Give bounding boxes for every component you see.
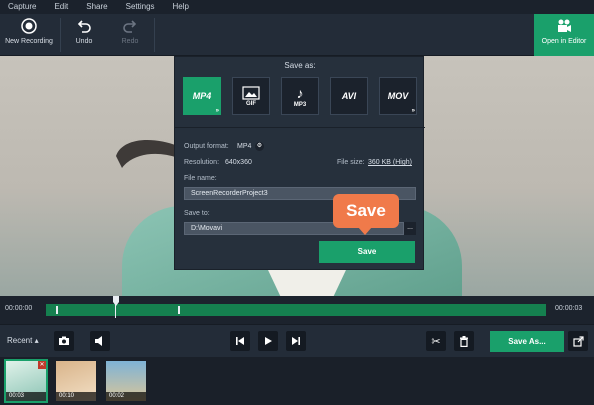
toolbar: New Recording Undo Redo Open in Editor bbox=[0, 14, 594, 56]
speaker-icon bbox=[95, 336, 102, 346]
thumbnail-duration: 00:10 bbox=[56, 392, 96, 401]
redo-icon bbox=[122, 14, 138, 38]
file-size-value[interactable]: 360 KB (High) bbox=[368, 159, 412, 166]
new-recording-label: New Recording bbox=[5, 38, 53, 45]
recent-dropdown[interactable]: Recent ▴ bbox=[7, 336, 39, 345]
undo-icon bbox=[76, 14, 92, 38]
music-note-icon: ♪ bbox=[296, 84, 304, 101]
open-in-editor-label: Open in Editor bbox=[541, 38, 587, 45]
format-label: MP3 bbox=[293, 101, 307, 108]
control-bar: Recent ▴ ✂ Save As... bbox=[0, 324, 594, 357]
menu-capture[interactable]: Capture bbox=[0, 0, 46, 14]
format-label: AVI bbox=[341, 91, 357, 101]
camera-icon bbox=[59, 336, 69, 345]
file-name-label: File name: bbox=[184, 175, 217, 182]
share-button[interactable] bbox=[568, 331, 588, 351]
skip-forward-icon bbox=[292, 337, 300, 345]
resolution-value: 640x360 bbox=[225, 159, 252, 166]
snapshot-button[interactable] bbox=[54, 331, 74, 351]
play-button[interactable] bbox=[258, 331, 278, 351]
format-mp3-button[interactable]: ♪ MP3 bbox=[281, 77, 319, 115]
image-icon bbox=[242, 85, 260, 100]
save-as-button[interactable]: Save As... bbox=[490, 331, 564, 352]
film-camera-icon bbox=[556, 14, 572, 38]
save-dialog: Save as: MP4 » GIF ♪ MP3 AVI MOV » Outpu… bbox=[174, 56, 425, 270]
screen-recorder-app: Capture Edit Share Settings Help New Rec… bbox=[0, 0, 594, 405]
record-icon bbox=[21, 14, 37, 38]
volume-button[interactable] bbox=[90, 331, 110, 351]
file-size-label: File size: bbox=[337, 159, 365, 166]
horn-shape bbox=[116, 140, 178, 168]
format-gif-button[interactable]: GIF bbox=[232, 77, 270, 115]
browse-button[interactable]: ... bbox=[404, 222, 416, 235]
redo-button[interactable]: Redo bbox=[112, 14, 148, 56]
thumbnail-duration: 00:03 bbox=[6, 392, 46, 401]
redo-label: Redo bbox=[121, 38, 139, 45]
timeline: 00:00:00 00:00:03 bbox=[0, 296, 594, 324]
delete-button[interactable] bbox=[454, 331, 474, 351]
menu-help[interactable]: Help bbox=[165, 0, 199, 14]
timeline-track[interactable] bbox=[46, 304, 546, 316]
close-icon[interactable]: ✕ bbox=[38, 361, 46, 369]
trim-marker[interactable] bbox=[178, 306, 180, 314]
undo-label: Undo bbox=[75, 38, 93, 45]
more-icon: » bbox=[215, 108, 219, 114]
toolbar-divider bbox=[154, 18, 155, 52]
skip-back-icon bbox=[236, 337, 244, 345]
recordings-strip: ✕ 00:03 00:10 00:02 bbox=[0, 357, 594, 405]
output-format-value: MP4 bbox=[237, 143, 252, 150]
toolbar-divider bbox=[60, 18, 61, 52]
undo-button[interactable]: Undo bbox=[66, 14, 102, 56]
recording-thumbnail[interactable]: 00:10 bbox=[56, 361, 96, 401]
dialog-divider bbox=[175, 127, 425, 128]
recording-thumbnail[interactable]: ✕ 00:03 bbox=[4, 359, 48, 403]
menu-edit[interactable]: Edit bbox=[46, 0, 78, 14]
more-icon: » bbox=[411, 108, 415, 114]
format-mov-button[interactable]: MOV » bbox=[379, 77, 417, 115]
trash-icon bbox=[460, 335, 468, 347]
new-recording-button[interactable]: New Recording bbox=[0, 14, 58, 56]
menu-bar: Capture Edit Share Settings Help bbox=[0, 0, 594, 14]
format-label: MOV bbox=[387, 91, 409, 101]
output-format-label: Output format: bbox=[184, 143, 229, 150]
open-in-editor-button[interactable]: Open in Editor bbox=[534, 14, 594, 56]
thumbnail-duration: 00:02 bbox=[106, 392, 146, 401]
scissors-icon: ✂ bbox=[431, 335, 441, 348]
format-list: MP4 » GIF ♪ MP3 AVI MOV » bbox=[183, 77, 417, 117]
recording-thumbnail[interactable]: 00:02 bbox=[106, 361, 146, 401]
next-button[interactable] bbox=[286, 331, 306, 351]
playhead-line bbox=[115, 304, 116, 318]
format-label: GIF bbox=[246, 100, 256, 107]
play-icon bbox=[265, 337, 272, 345]
export-icon bbox=[572, 335, 584, 347]
format-mp4-button[interactable]: MP4 » bbox=[183, 77, 221, 115]
save-to-label: Save to: bbox=[184, 210, 210, 217]
dialog-title: Save as: bbox=[284, 61, 316, 70]
format-avi-button[interactable]: AVI bbox=[330, 77, 368, 115]
start-time: 00:00:00 bbox=[5, 305, 33, 312]
save-button[interactable]: Save bbox=[319, 241, 415, 263]
menu-share[interactable]: Share bbox=[78, 0, 117, 14]
menu-settings[interactable]: Settings bbox=[118, 0, 165, 14]
resolution-label: Resolution: bbox=[184, 159, 220, 166]
save-callout: Save bbox=[333, 194, 399, 228]
end-time: 00:00:03 bbox=[555, 305, 583, 312]
trim-start-marker[interactable] bbox=[56, 306, 58, 314]
format-label: MP4 bbox=[192, 91, 212, 101]
settings-gear-icon[interactable]: ⚙ bbox=[255, 142, 264, 151]
cut-button[interactable]: ✂ bbox=[426, 331, 446, 351]
previous-button[interactable] bbox=[230, 331, 250, 351]
callout-pointer bbox=[358, 227, 372, 235]
